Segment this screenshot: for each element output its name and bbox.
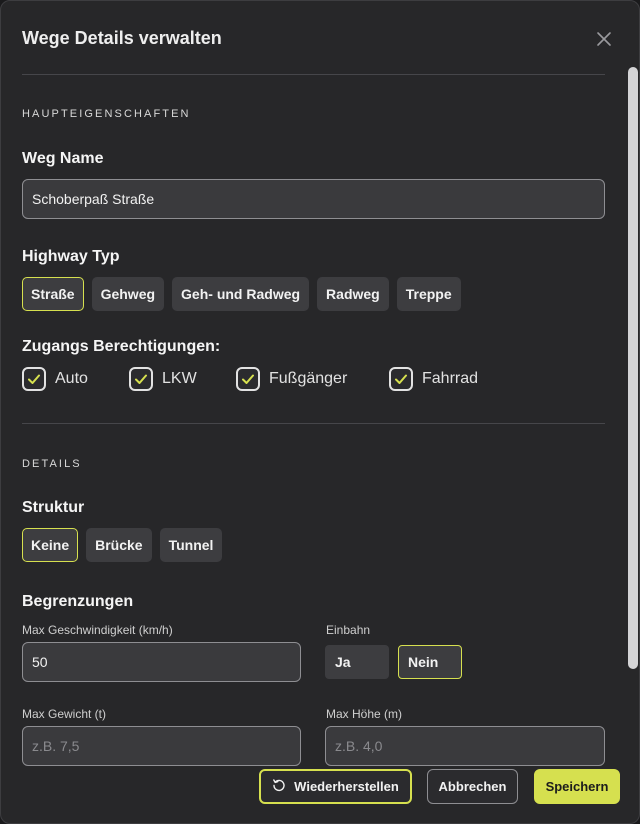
max-height-input[interactable]: z.B. 4,0 — [325, 726, 605, 766]
oneway-option-nein[interactable]: Nein — [398, 645, 462, 679]
access-checkbox-lkw[interactable]: LKW — [129, 367, 197, 391]
structure-option-bruecke[interactable]: Brücke — [86, 528, 152, 562]
header-divider — [22, 74, 605, 75]
section-label-main: HAUPTEIGENSCHAFTEN — [22, 108, 191, 120]
access-checkbox-fussgaenger[interactable]: Fußgänger — [236, 367, 347, 391]
access-checkbox-label: Fahrrad — [422, 370, 479, 387]
section-label-details: DETAILS — [22, 458, 82, 470]
weg-name-input[interactable]: Schoberpaß Straße — [22, 179, 605, 219]
weg-name-label: Weg Name — [22, 150, 104, 167]
checkbox-checked-icon — [389, 367, 413, 391]
reset-button-label: Wiederherstellen — [294, 779, 399, 794]
highway-type-option-geh-und-radweg[interactable]: Geh- und Radweg — [172, 277, 310, 311]
oneway-option-ja[interactable]: Ja — [325, 645, 389, 679]
structure-option-tunnel[interactable]: Tunnel — [159, 528, 223, 562]
highway-type-options: Straße Gehweg Geh- und Radweg Radweg Tre… — [22, 277, 461, 311]
dialog: Wege Details verwalten HAUPTEIGENSCHAFTE… — [0, 0, 640, 824]
structure-label: Struktur — [22, 499, 85, 516]
reset-button[interactable]: Wiederherstellen — [259, 769, 412, 804]
oneway-label: Einbahn — [326, 623, 371, 637]
max-height-label: Max Höhe (m) — [326, 707, 403, 721]
checkbox-checked-icon — [236, 367, 260, 391]
access-checkboxes: Auto LKW Fußgänger Fahrrad — [22, 367, 622, 391]
close-icon[interactable] — [593, 28, 615, 50]
section-divider — [22, 423, 605, 424]
highway-type-option-strasse[interactable]: Straße — [22, 277, 84, 311]
max-speed-input[interactable]: 50 — [22, 642, 301, 682]
highway-type-option-radweg[interactable]: Radweg — [317, 277, 389, 311]
cancel-button[interactable]: Abbrechen — [427, 769, 518, 804]
limits-label: Begrenzungen — [22, 593, 134, 610]
structure-option-keine[interactable]: Keine — [22, 528, 79, 562]
access-checkbox-label: LKW — [162, 370, 197, 387]
highway-type-option-treppe[interactable]: Treppe — [396, 277, 461, 311]
max-weight-label: Max Gewicht (t) — [22, 707, 107, 721]
access-checkbox-auto[interactable]: Auto — [22, 367, 88, 391]
structure-options: Keine Brücke Tunnel — [22, 528, 223, 562]
access-checkbox-label: Fußgänger — [269, 370, 348, 387]
save-button[interactable]: Speichern — [534, 769, 620, 804]
highway-type-option-gehweg[interactable]: Gehweg — [91, 277, 165, 311]
checkbox-checked-icon — [22, 367, 46, 391]
max-weight-input[interactable]: z.B. 7,5 — [22, 726, 301, 766]
highway-type-label: Highway Typ — [22, 248, 120, 265]
checkbox-checked-icon — [129, 367, 153, 391]
max-speed-label: Max Geschwindigkeit (km/h) — [22, 623, 173, 637]
dialog-title: Wege Details verwalten — [22, 28, 222, 48]
undo-icon — [272, 778, 286, 795]
scrollbar-thumb[interactable] — [628, 67, 638, 669]
access-checkbox-fahrrad[interactable]: Fahrrad — [389, 367, 478, 391]
access-checkbox-label: Auto — [55, 370, 88, 387]
access-label: Zugangs Berechtigungen: — [22, 338, 221, 355]
